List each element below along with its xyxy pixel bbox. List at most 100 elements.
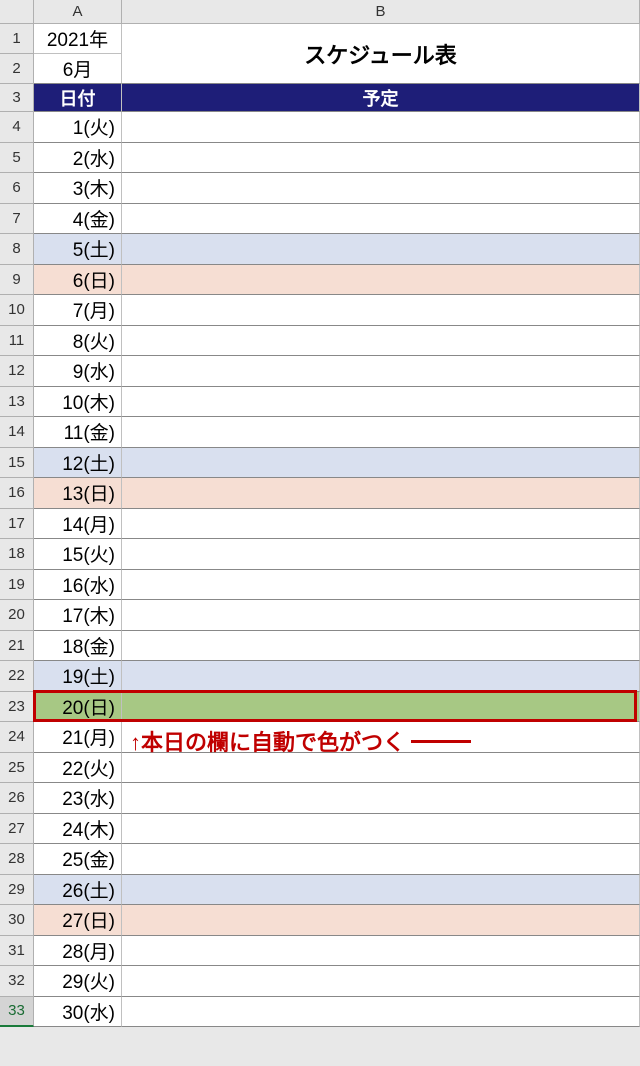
- row-header[interactable]: 23: [0, 692, 34, 723]
- cell-date[interactable]: 13(日): [34, 478, 122, 509]
- cell-date[interactable]: 23(水): [34, 783, 122, 814]
- row-header[interactable]: 17: [0, 509, 34, 540]
- row-header[interactable]: 19: [0, 570, 34, 601]
- cell-plan[interactable]: [122, 509, 640, 540]
- row-header[interactable]: 11: [0, 326, 34, 357]
- cell-plan[interactable]: [122, 997, 640, 1028]
- cell-date[interactable]: 6(日): [34, 265, 122, 296]
- cell-plan[interactable]: [122, 600, 640, 631]
- cell-date[interactable]: 10(木): [34, 387, 122, 418]
- column-header-a[interactable]: A: [34, 0, 122, 24]
- cell-date[interactable]: 8(火): [34, 326, 122, 357]
- row-header[interactable]: 33: [0, 997, 34, 1028]
- cell-date[interactable]: 24(木): [34, 814, 122, 845]
- cell-plan[interactable]: [122, 417, 640, 448]
- row-header[interactable]: 5: [0, 143, 34, 174]
- cell-plan[interactable]: [122, 143, 640, 174]
- cell-date[interactable]: 14(月): [34, 509, 122, 540]
- row-header[interactable]: 1: [0, 24, 34, 54]
- row-header[interactable]: 21: [0, 631, 34, 662]
- row-header[interactable]: 12: [0, 356, 34, 387]
- cell-plan[interactable]: [122, 387, 640, 418]
- cell-date[interactable]: 2(水): [34, 143, 122, 174]
- cell-plan[interactable]: [122, 478, 640, 509]
- row-header[interactable]: 14: [0, 417, 34, 448]
- row-header[interactable]: 25: [0, 753, 34, 784]
- cell-plan[interactable]: [122, 966, 640, 997]
- cell-date[interactable]: 1(火): [34, 112, 122, 143]
- header-date[interactable]: 日付: [34, 84, 122, 112]
- cell-date[interactable]: 5(土): [34, 234, 122, 265]
- row-header[interactable]: 8: [0, 234, 34, 265]
- cell-date[interactable]: 26(土): [34, 875, 122, 906]
- row-header[interactable]: 24: [0, 722, 34, 753]
- row-header[interactable]: 3: [0, 84, 34, 112]
- cell-plan[interactable]: [122, 570, 640, 601]
- row-header[interactable]: 7: [0, 204, 34, 235]
- row-header[interactable]: 16: [0, 478, 34, 509]
- row-header[interactable]: 20: [0, 600, 34, 631]
- cell-date[interactable]: 20(日): [34, 692, 122, 723]
- row-header[interactable]: 9: [0, 265, 34, 296]
- row-header[interactable]: 26: [0, 783, 34, 814]
- row-header[interactable]: 28: [0, 844, 34, 875]
- cell-plan[interactable]: [122, 783, 640, 814]
- cell-date[interactable]: 25(金): [34, 844, 122, 875]
- row-header[interactable]: 32: [0, 966, 34, 997]
- cell-plan[interactable]: [122, 234, 640, 265]
- cell-plan[interactable]: [122, 295, 640, 326]
- cell-date[interactable]: 27(日): [34, 905, 122, 936]
- cell-date[interactable]: 9(水): [34, 356, 122, 387]
- cell-date[interactable]: 19(土): [34, 661, 122, 692]
- header-plan[interactable]: 予定: [122, 84, 640, 112]
- cell-date[interactable]: 15(火): [34, 539, 122, 570]
- row-header[interactable]: 31: [0, 936, 34, 967]
- row-header[interactable]: 6: [0, 173, 34, 204]
- cell-date[interactable]: 7(月): [34, 295, 122, 326]
- cell-date[interactable]: 3(木): [34, 173, 122, 204]
- cell-date[interactable]: 29(火): [34, 966, 122, 997]
- cell-plan[interactable]: [122, 265, 640, 296]
- cell-date[interactable]: 30(水): [34, 997, 122, 1028]
- cell-plan[interactable]: [122, 356, 640, 387]
- select-all-corner[interactable]: [0, 0, 34, 24]
- cell-month[interactable]: 6月: [34, 54, 122, 84]
- cell-date[interactable]: 17(木): [34, 600, 122, 631]
- column-header-b[interactable]: B: [122, 0, 640, 24]
- row-header[interactable]: 22: [0, 661, 34, 692]
- cell-plan[interactable]: [122, 844, 640, 875]
- cell-plan[interactable]: [122, 814, 640, 845]
- cell-plan[interactable]: [122, 631, 640, 662]
- row-header[interactable]: 30: [0, 905, 34, 936]
- schedule-title[interactable]: スケジュール表: [122, 24, 640, 84]
- row-header[interactable]: 13: [0, 387, 34, 418]
- cell-date[interactable]: 22(火): [34, 753, 122, 784]
- cell-plan[interactable]: [122, 692, 640, 723]
- cell-plan[interactable]: [122, 905, 640, 936]
- row-header[interactable]: 2: [0, 54, 34, 84]
- cell-plan[interactable]: [122, 753, 640, 784]
- row-header[interactable]: 27: [0, 814, 34, 845]
- cell-plan[interactable]: [122, 173, 640, 204]
- row-header[interactable]: 29: [0, 875, 34, 906]
- cell-plan[interactable]: [122, 326, 640, 357]
- cell-plan[interactable]: [122, 112, 640, 143]
- cell-plan[interactable]: [122, 539, 640, 570]
- cell-year[interactable]: 2021年: [34, 24, 122, 54]
- cell-date[interactable]: 28(月): [34, 936, 122, 967]
- cell-plan[interactable]: [122, 661, 640, 692]
- cell-date[interactable]: 18(金): [34, 631, 122, 662]
- cell-plan[interactable]: [122, 448, 640, 479]
- cell-date[interactable]: 12(土): [34, 448, 122, 479]
- row-header[interactable]: 18: [0, 539, 34, 570]
- cell-plan[interactable]: [122, 875, 640, 906]
- cell-date[interactable]: 16(水): [34, 570, 122, 601]
- cell-date[interactable]: 11(金): [34, 417, 122, 448]
- cell-plan[interactable]: [122, 936, 640, 967]
- row-header[interactable]: 15: [0, 448, 34, 479]
- row-header[interactable]: 4: [0, 112, 34, 143]
- row-header[interactable]: 10: [0, 295, 34, 326]
- cell-plan[interactable]: [122, 204, 640, 235]
- cell-date[interactable]: 21(月): [34, 722, 122, 753]
- cell-date[interactable]: 4(金): [34, 204, 122, 235]
